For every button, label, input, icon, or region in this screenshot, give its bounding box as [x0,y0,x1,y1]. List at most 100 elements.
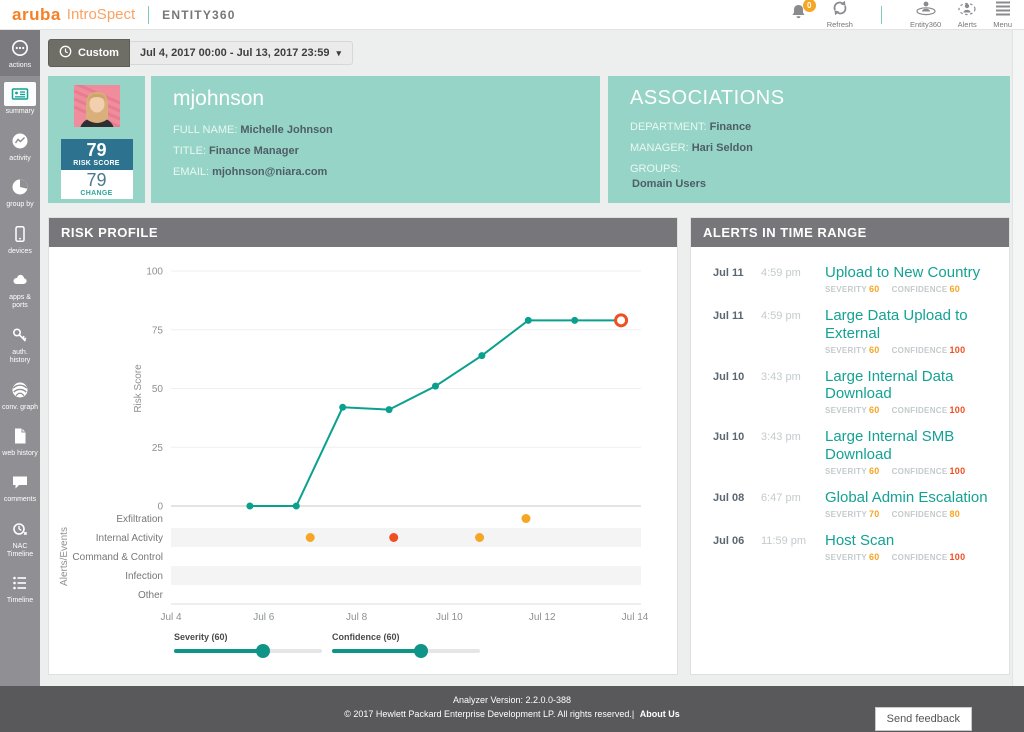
alert-body: Host Scan SEVERITY 60 CONFIDENCE 100 [825,532,1001,562]
alert-row: Jul 10 3:43 pm Large Internal SMB Download… [713,428,1001,476]
svg-text:Jul 6: Jul 6 [253,612,275,623]
sidebar-item-label: summary [5,108,35,116]
apps-ports-icon [4,268,36,292]
clock-icon [59,45,72,61]
severity-label: SEVERITY [825,510,867,519]
alert-row: Jul 06 11:59 pm Host Scan SEVERITY 60 CONFIDE… [713,532,1001,562]
slider-track[interactable] [174,644,322,658]
alert-title-link[interactable]: Upload to New Country [825,264,1001,281]
slider-confidence-60: Confidence (60) [332,632,480,658]
entity360-button[interactable]: Entity360 [910,0,941,30]
svg-text:Internal Activity: Internal Activity [96,533,163,544]
field-label: FULL NAME: [173,124,238,136]
severity-value: 60 [868,284,880,295]
refresh-label: Refresh [826,20,853,29]
alert-time: 4:59 pm [761,267,801,279]
slider-track[interactable] [332,644,480,658]
sidebar-item-label: NAC Timeline [6,542,34,559]
alert-time: 3:43 pm [761,431,801,444]
sidebar-item-label: actions [8,62,32,69]
topbar-divider [148,5,150,24]
association-fields: DEPARTMENT: Finance MANAGER: Hari Seldon GRO… [630,121,988,190]
timeline-icon [4,571,36,595]
field-label: DEPARTMENT: [630,121,707,133]
devices-icon [4,222,36,246]
confidence-label: CONFIDENCE [891,553,948,563]
alert-time: 3:43 pm [761,370,801,383]
scrollbar-gutter[interactable] [1012,30,1024,686]
send-feedback-button[interactable]: Send feedback [874,707,972,731]
field-value: Michelle Johnson [240,124,333,136]
comments-icon [4,470,36,494]
field-value: Finance Manager [209,145,299,157]
notifications-button[interactable]: 0 [789,0,816,26]
svg-text:Jul 10: Jul 10 [436,612,463,623]
alert-title-link[interactable]: Large Internal SMB Download [825,428,1001,463]
sidebar-item-actions[interactable]: actions [0,30,40,77]
date-range-text: Jul 4, 2017 00:00 - Jul 13, 2017 23:59 [139,47,330,59]
refresh-icon [831,0,849,20]
slider-label: Severity (60) [174,632,228,642]
field-value: Finance [709,121,752,133]
sidebar-item-activity[interactable]: activity [0,123,40,169]
field-value: mjohnson@niara.com [212,166,328,178]
alert-row: Jul 10 3:43 pm Large Internal Data Downloa… [713,368,1001,416]
custom-range-button[interactable]: Custom [48,39,130,67]
confidence-label: CONFIDENCE [891,345,948,355]
svg-text:25: 25 [152,443,164,454]
about-us-link[interactable]: About Us [640,709,680,719]
confidence-value: 60 [949,284,961,295]
content-shell: actions summary activity group by devices app… [0,30,1024,686]
sidebar-item-web-history[interactable]: web history [0,418,40,464]
alert-body: Large Internal Data Download SEVERITY 60 CO… [825,368,1001,416]
confidence-value: 100 [949,344,966,355]
sidebar-item-summary[interactable]: summary [0,76,40,122]
refresh-button[interactable]: Refresh [827,0,853,30]
sidebar-item-label: comments [3,496,37,504]
alert-row: Jul 11 4:59 pm Large Data Upload to Extern… [713,307,1001,355]
svg-text:0: 0 [157,502,163,513]
risk-score-label: RISK SCORE [73,159,120,167]
entity360-label: Entity360 [909,20,942,29]
svg-text:Jul 8: Jul 8 [346,612,368,623]
alert-title-link[interactable]: Global Admin Escalation [825,489,1001,506]
sidebar-item-nac-timeline[interactable]: NAC Timeline [0,511,40,566]
confidence-value: 100 [949,405,966,416]
panels-row: RISK PROFILE 0 25 50 75 100 Exfiltration Inter… [48,217,1024,675]
date-range-button[interactable]: Jul 4, 2017 00:00 - Jul 13, 2017 23:59 ▾ [129,41,354,65]
field-value: Domain Users [632,178,706,190]
svg-text:Other: Other [138,590,164,601]
summary-icon [4,82,36,107]
sidebar-item-auth-history[interactable]: auth. history [0,317,40,372]
confidence-label: CONFIDENCE [891,406,948,416]
risk-score-box: 79 RISK SCORE 79 CHANGE [60,139,133,199]
sidebar-item-group-by[interactable]: group by [0,169,40,215]
alerts-button[interactable]: Alerts [956,0,978,30]
alert-date: Jul 11 [713,310,744,323]
sidebar-item-conv-graph[interactable]: conv. graph [0,372,40,418]
sidebar-item-devices[interactable]: devices [0,216,40,262]
sidebar-item-timeline[interactable]: Timeline [0,565,40,611]
sidebar-item-label: auth. history [9,348,31,365]
entity-cards-row: 79 RISK SCORE 79 CHANGE mjohnson FULL NA… [48,76,1024,203]
field-label: TITLE: [173,145,207,157]
user-details: mjohnson FULL NAME: Michelle Johnson TITLE… [151,76,600,203]
slider-knob[interactable] [413,644,428,658]
slider-knob[interactable] [255,644,270,658]
alerts-panel-header: ALERTS IN TIME RANGE [691,218,1009,247]
sidebar-item-label: web history [2,449,38,457]
menu-button[interactable]: Menu [993,0,1012,29]
sidebar-item-comments[interactable]: comments [0,464,40,510]
risk-change-label: CHANGE [80,189,113,197]
severity-value: 60 [868,552,880,563]
alert-meta: SEVERITY 60 CONFIDENCE 100 [825,405,1001,415]
alert-title-link[interactable]: Host Scan [825,532,1001,549]
sidebar-item-apps-ports[interactable]: apps & ports [0,262,40,317]
avatar [72,81,121,143]
alert-body: Global Admin Escalation SEVERITY 70 CONFIDE… [825,489,1001,519]
alert-title-link[interactable]: Large Internal Data Download [825,368,1001,403]
alerts-icon [956,0,978,20]
alert-time: 6:47 pm [761,491,801,504]
field-groups: GROUPS: Domain Users [630,163,988,190]
alert-title-link[interactable]: Large Data Upload to External [825,307,1001,342]
